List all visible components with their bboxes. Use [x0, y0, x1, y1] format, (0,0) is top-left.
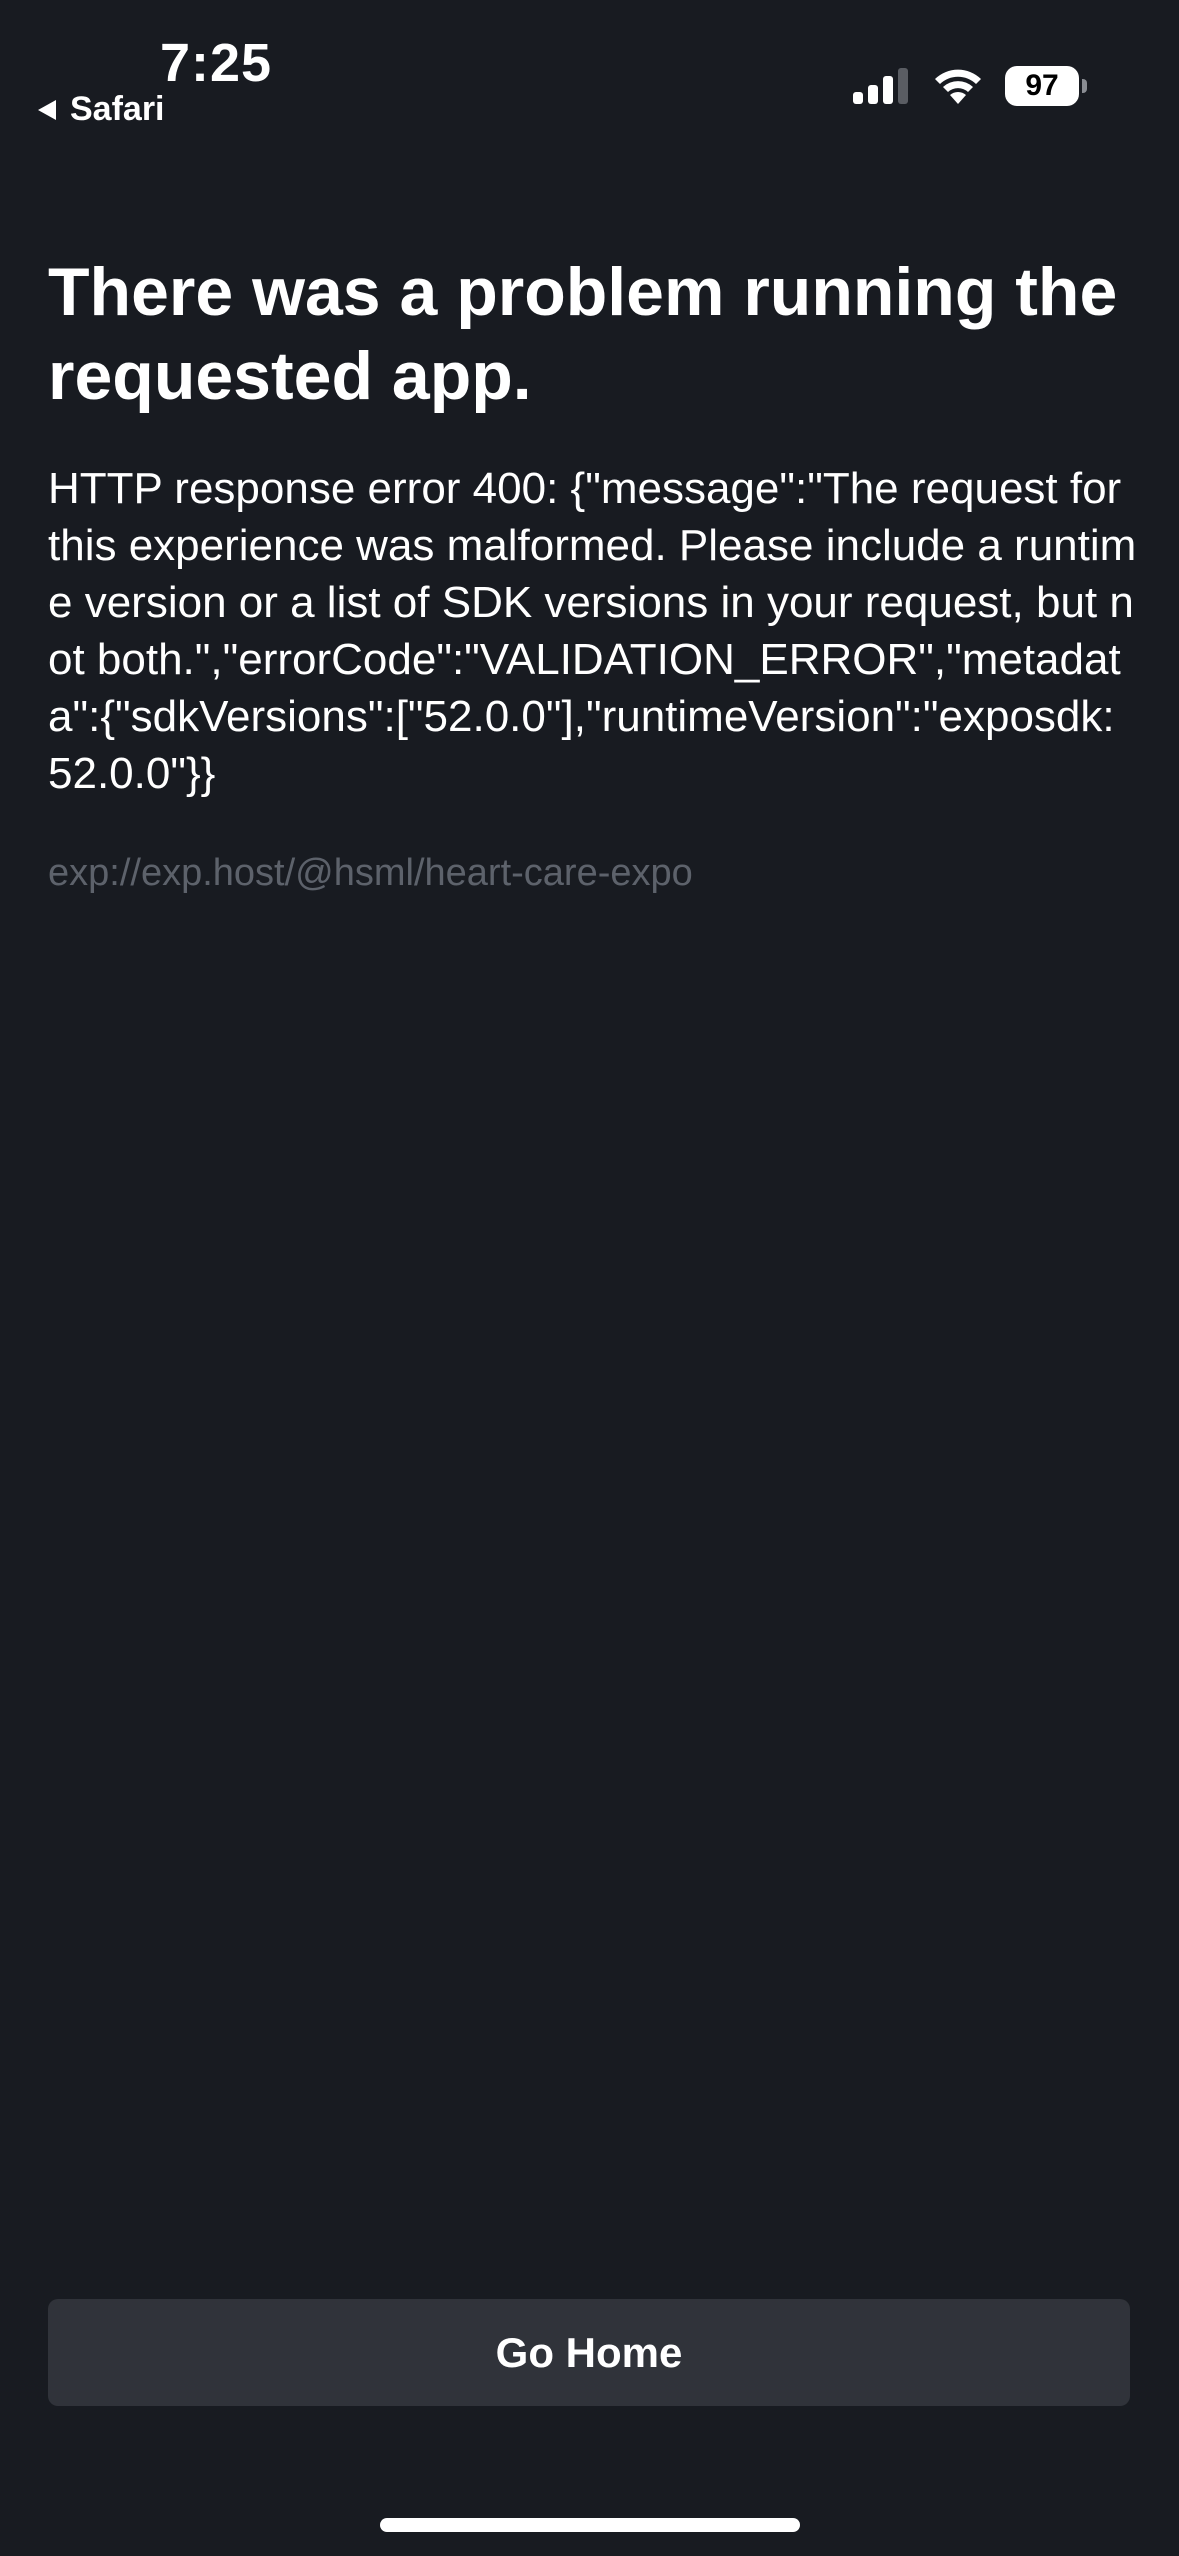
error-message: HTTP response error 400: {"message":"The… [48, 464, 1137, 798]
status-time: 7:25 [160, 33, 273, 93]
error-title: There was a problem running the requeste… [48, 254, 1118, 414]
status-indicators: 97 [851, 66, 1087, 106]
status-bar: 7:25 Safari 97 [0, 0, 1179, 140]
back-app-label: Safari [70, 90, 165, 128]
wifi-icon [935, 69, 981, 104]
battery-level: 97 [1025, 69, 1059, 102]
battery-nub [1082, 79, 1087, 93]
battery-icon: 97 [1005, 66, 1087, 106]
back-triangle-icon [38, 99, 56, 120]
app-url: exp://exp.host/@hsml/heart-care-expo [48, 852, 693, 894]
back-to-safari-button[interactable]: Safari [36, 90, 165, 129]
cellular-signal-icon [853, 68, 908, 104]
home-indicator[interactable] [380, 2518, 800, 2532]
error-content: There was a problem running the requeste… [48, 250, 1138, 895]
go-home-button[interactable]: Go Home [48, 2299, 1130, 2406]
